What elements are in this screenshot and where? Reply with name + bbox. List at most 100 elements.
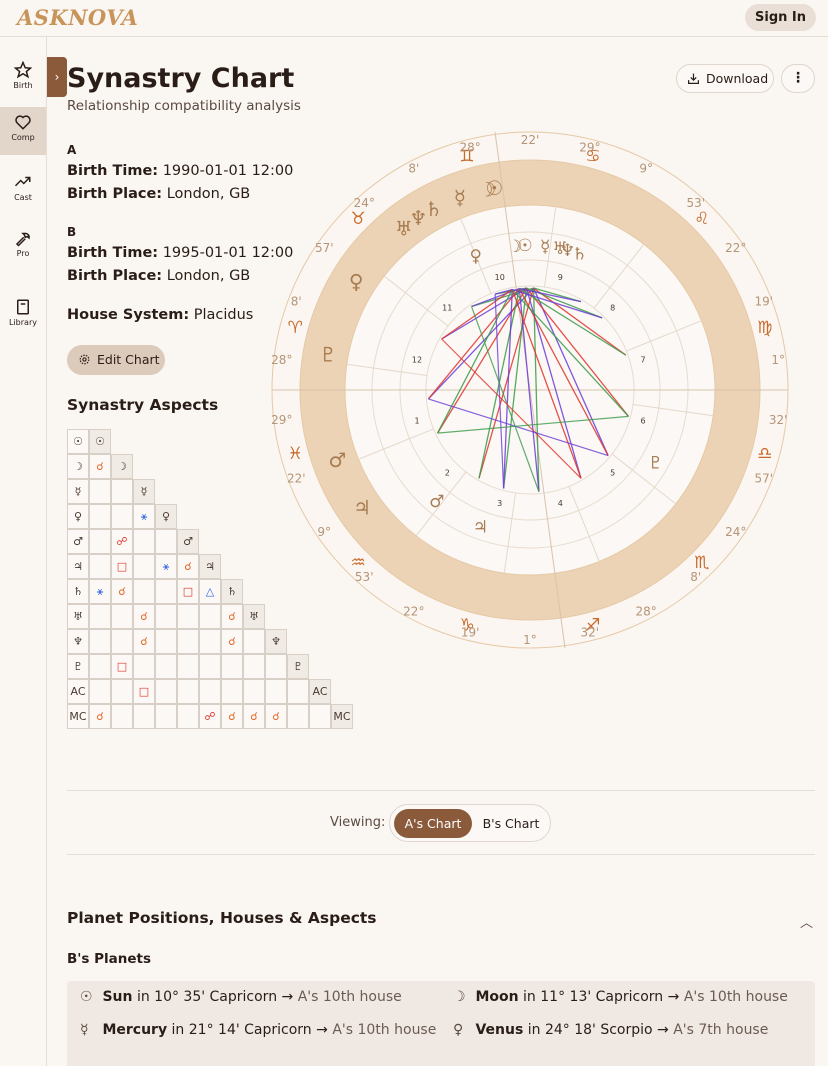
b-planets-list: ☉ Sun in 10° 35' Capricorn → A's 10th ho… [67, 981, 815, 1066]
aspect-cell [89, 629, 111, 654]
sidebar-item-birth[interactable]: Birth [0, 55, 46, 103]
chart-toggle: A's Chart B's Chart [389, 804, 551, 842]
aspect-cell [155, 579, 177, 604]
aspect-grid-row-header: ♇ [67, 654, 89, 679]
aspect-cell [199, 629, 221, 654]
aspect-cell [89, 529, 111, 554]
sidebar-item-label: Comp [11, 133, 35, 142]
aspect-cell [177, 704, 199, 729]
house-number: 12 [412, 356, 422, 365]
aspect-cell: □ [111, 554, 133, 579]
degree-label: 19' [754, 294, 773, 308]
person-b-birth-time: Birth Time: 1995-01-01 12:00 [67, 245, 294, 261]
neptune-icon: ♆ [560, 241, 575, 261]
degree-label: 28° [636, 604, 657, 618]
libra-icon: ♎ [757, 444, 772, 464]
aspect-grid-diagonal: ♇ [287, 654, 309, 679]
aspect-cell: □ [133, 679, 155, 704]
aspect-cell [155, 629, 177, 654]
aspect-grid-diagonal: ♅ [243, 604, 265, 629]
saturn-icon: ♄ [425, 197, 443, 221]
aspect-cell: ☌ [221, 629, 243, 654]
sidebar-item-pro[interactable]: Pro [0, 223, 46, 271]
aspect-grid-diagonal: ♂ [177, 529, 199, 554]
aspect-cell: ☌ [89, 704, 111, 729]
aspect-cell [199, 604, 221, 629]
synastry-aspects-title: Synastry Aspects [67, 396, 219, 414]
person-a-label: A [67, 143, 77, 157]
top-bar: ASKNOVA Sign In [0, 0, 828, 37]
aspect-cell [111, 604, 133, 629]
moon-icon: ☽ [478, 177, 496, 201]
aspect-cell [111, 704, 133, 729]
aspect-grid-row-header: ♂ [67, 529, 89, 554]
aspect-cell [243, 654, 265, 679]
pisces-icon: ♓ [288, 444, 303, 464]
house-number: 10 [495, 273, 505, 282]
edit-chart-button[interactable]: Edit Chart [67, 345, 165, 375]
sidebar-item-library[interactable]: Library [0, 292, 46, 340]
sidebar-item-label: Pro [16, 249, 30, 258]
degree-label: 57' [754, 472, 773, 486]
aspect-cell [199, 654, 221, 679]
aspect-cell: ☍ [199, 704, 221, 729]
mercury-icon: ☿ [80, 1022, 89, 1038]
aspect-grid-row-header: ☉ [67, 429, 89, 454]
aspect-grid-row-header: AC [67, 679, 89, 704]
degree-label: 1° [523, 633, 537, 647]
sidebar-item-comp[interactable]: Comp [0, 107, 46, 155]
aspect-grid-row-header: ☿ [67, 479, 89, 504]
aspect-grid-diagonal: ♃ [199, 554, 221, 579]
aspect-grid-row-header: ♅ [67, 604, 89, 629]
aspect-cell [155, 679, 177, 704]
synastry-wheel: ♈♉♊ ♋♌♍♎♏♐♑♒♓☉☽☿♀♂♃♄♅♆♇☉☽ ☿♀♂♃♄♅♆♇123 45678… [271, 131, 789, 649]
sidebar-toggle-button[interactable]: › [47, 57, 67, 97]
aspect-cell [89, 479, 111, 504]
person-b-birth-place: Birth Place: London, GB [67, 268, 251, 284]
download-icon [688, 73, 699, 84]
toggle-b-chart[interactable]: B's Chart [476, 809, 546, 838]
view-toggle-bar: Viewing: A's Chart B's Chart [67, 790, 815, 855]
degree-label: 19' [461, 626, 480, 640]
degree-label: 22' [287, 472, 306, 486]
planet-row: ☉ Sun in 10° 35' Capricorn → A's 10th ho… [80, 989, 402, 1005]
person-b-label: B [67, 225, 77, 239]
logo[interactable]: ASKNOVA [17, 5, 138, 30]
download-label: Download [706, 71, 769, 86]
star-icon [14, 61, 32, 79]
degree-label: 9° [317, 525, 331, 539]
aspect-grid-diagonal: MC [331, 704, 353, 729]
aspect-cell [155, 529, 177, 554]
aspect-cell: ⚹ [133, 504, 155, 529]
aspect-cell [133, 529, 155, 554]
wrench-icon [15, 232, 30, 247]
aspect-cell [155, 604, 177, 629]
positions-section-title[interactable]: Planet Positions, Houses & Aspects [67, 909, 377, 927]
toggle-a-chart[interactable]: A's Chart [394, 809, 472, 838]
house-number: 7 [640, 356, 645, 365]
mercury-icon: ☿ [540, 237, 550, 257]
aspect-cell [177, 604, 199, 629]
aspect-cell [287, 679, 309, 704]
degree-label: 22° [725, 241, 746, 255]
download-button[interactable]: Download [676, 64, 774, 93]
aspect-cell: ☌ [243, 704, 265, 729]
degree-label: 32' [769, 413, 788, 427]
page-subtitle: Relationship compatibility analysis [67, 98, 301, 114]
aspect-cell [265, 679, 287, 704]
gear-icon [79, 354, 90, 365]
sign-in-button[interactable]: Sign In [745, 4, 816, 31]
viewing-label: Viewing: [330, 815, 386, 830]
heart-icon [15, 115, 31, 130]
chevron-up-icon[interactable]: ︿ [800, 912, 813, 931]
edit-chart-label: Edit Chart [97, 352, 160, 367]
sidebar-item-cast[interactable]: Cast [0, 167, 46, 215]
degree-label: 53' [686, 196, 705, 210]
more-options-button[interactable]: ⋮ [781, 64, 815, 93]
aspect-cell: △ [199, 579, 221, 604]
aspect-cell: ⚹ [155, 554, 177, 579]
degree-label: 22' [521, 133, 540, 147]
aspect-grid-diagonal: ☉ [89, 429, 111, 454]
degree-label: 9° [639, 162, 653, 176]
aspect-cell [177, 679, 199, 704]
